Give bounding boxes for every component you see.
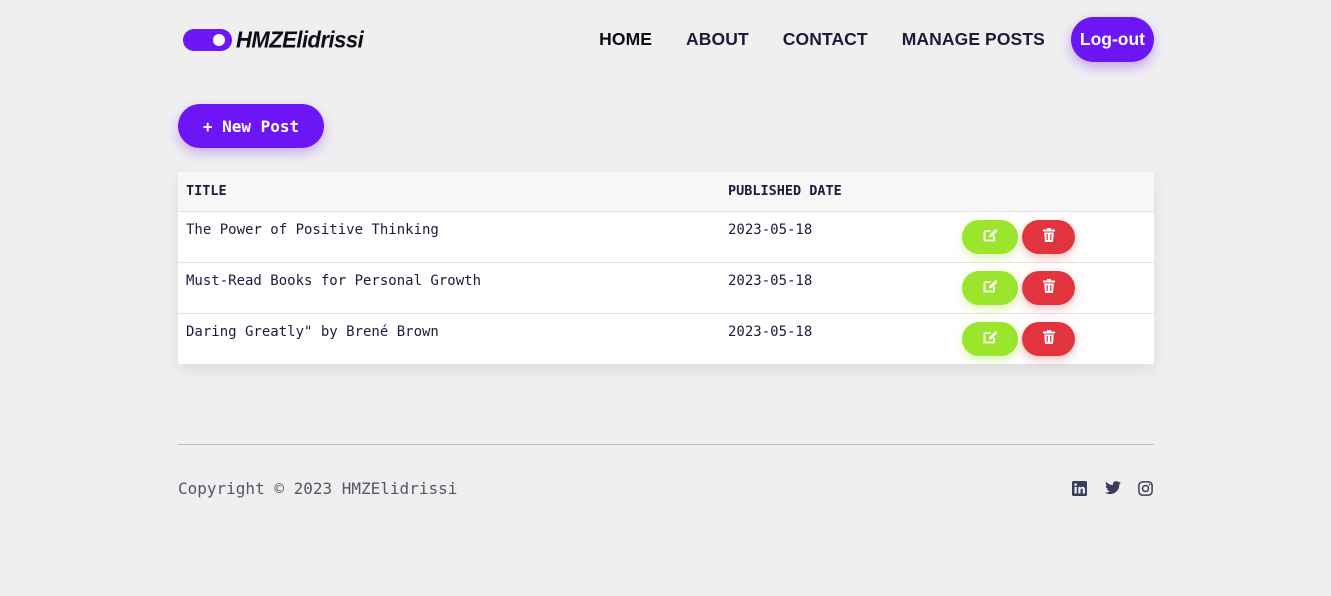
- edit-icon: [983, 279, 998, 296]
- post-title: The Power of Positive Thinking: [186, 221, 439, 238]
- posts-table: TITLE PUBLISHED DATE The Power of Positi…: [178, 172, 1154, 364]
- table-row: Must-Read Books for Personal Growth 2023…: [178, 262, 1154, 313]
- instagram-icon[interactable]: [1138, 481, 1154, 497]
- nav-contact[interactable]: CONTACT: [783, 29, 868, 50]
- column-header-published-date: PUBLISHED DATE: [720, 172, 954, 212]
- main-nav: HOME ABOUT CONTACT MANAGE POSTS Log-out: [599, 17, 1154, 62]
- delete-post-button[interactable]: [1022, 219, 1075, 254]
- row-actions: [954, 313, 1154, 364]
- column-header-title: TITLE: [178, 172, 720, 212]
- new-post-button[interactable]: + New Post: [178, 104, 324, 148]
- nav-manage-posts[interactable]: MANAGE POSTS: [902, 29, 1045, 50]
- site-header: HMZElidrissi HOME ABOUT CONTACT MANAGE P…: [178, 17, 1154, 62]
- edit-post-button[interactable]: [962, 321, 1018, 356]
- twitter-icon[interactable]: [1105, 481, 1121, 497]
- table-row: Daring Greatly" by Brené Brown 2023-05-1…: [178, 313, 1154, 364]
- post-date: 2023-05-18: [728, 272, 813, 289]
- post-date: 2023-05-18: [728, 221, 813, 238]
- row-actions: [954, 262, 1154, 313]
- logo-text: HMZElidrissi: [236, 26, 364, 53]
- edit-icon: [983, 228, 998, 245]
- nav-about[interactable]: ABOUT: [686, 29, 749, 50]
- site-logo[interactable]: HMZElidrissi: [183, 26, 364, 53]
- edit-post-button[interactable]: [962, 270, 1018, 305]
- table-row: The Power of Positive Thinking 2023-05-1…: [178, 211, 1154, 262]
- row-actions: [954, 211, 1154, 262]
- trash-icon: [1042, 279, 1055, 296]
- post-date: 2023-05-18: [728, 323, 813, 340]
- footer-divider: [178, 444, 1154, 445]
- trash-icon: [1042, 228, 1055, 245]
- table-header-row: TITLE PUBLISHED DATE: [178, 172, 1154, 212]
- nav-home[interactable]: HOME: [599, 29, 652, 50]
- column-header-actions: [954, 172, 1154, 212]
- post-title: Daring Greatly" by Brené Brown: [186, 323, 439, 340]
- edit-post-button[interactable]: [962, 219, 1018, 254]
- social-links: [1072, 481, 1154, 497]
- toggle-logo-icon: [183, 29, 232, 51]
- linkedin-icon[interactable]: [1072, 481, 1088, 497]
- copyright-text: Copyright © 2023 HMZElidrissi: [178, 479, 458, 498]
- trash-icon: [1042, 330, 1055, 347]
- logout-button[interactable]: Log-out: [1070, 17, 1154, 62]
- post-title: Must-Read Books for Personal Growth: [186, 272, 482, 289]
- edit-icon: [983, 330, 998, 347]
- delete-post-button[interactable]: [1022, 321, 1075, 356]
- delete-post-button[interactable]: [1022, 270, 1075, 305]
